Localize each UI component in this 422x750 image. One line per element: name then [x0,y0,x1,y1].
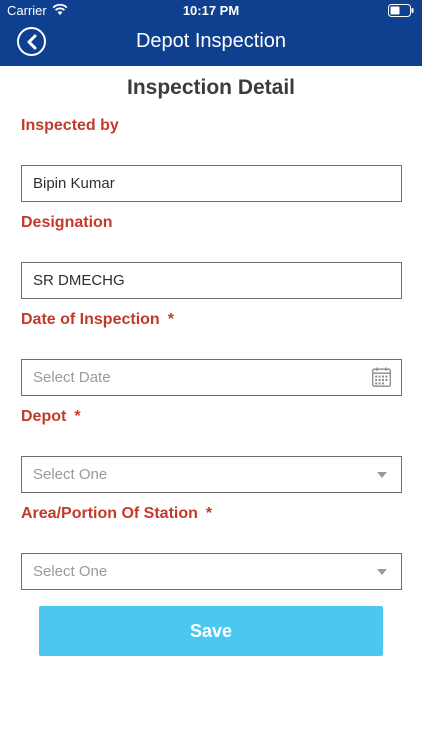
inspected-by-label-text: Inspected by [21,117,119,134]
caret-down-icon [377,569,387,575]
inspected-by-label: Inspected by [21,117,119,135]
required-mark: * [167,311,174,328]
clock-time: 10:17 PM [182,3,240,18]
depot-label: Depot * [21,408,81,426]
caret-down-icon [377,472,387,478]
designation-label: Designation [21,214,113,232]
area-placeholder: Select One [33,563,108,580]
date-placeholder: Select Date [33,369,111,386]
depot-label-text: Depot [21,408,67,425]
calendar-icon[interactable] [372,367,391,387]
inspected-by-field[interactable]: Bipin Kumar [21,165,402,202]
nav-title: Depot Inspection [135,30,287,52]
required-mark: * [205,505,213,522]
status-bar: Carrier 10:17 PM [0,0,422,22]
depot-select[interactable]: Select One [21,456,402,493]
battery-icon [388,4,414,17]
app-header: Carrier 10:17 PM Depot Inspection [0,0,422,66]
area-portion-label-text: Area/Portion Of Station [21,505,198,522]
area-portion-select[interactable]: Select One [21,553,402,590]
designation-field[interactable]: SR DMECHG [21,262,402,299]
date-of-inspection-field[interactable]: Select Date [21,359,402,396]
required-mark: * [74,408,81,425]
date-of-inspection-label-text: Date of Inspection [21,311,160,328]
save-button[interactable]: Save [39,606,383,656]
depot-placeholder: Select One [33,466,108,483]
designation-label-text: Designation [21,214,113,231]
page-title: Inspection Detail [126,76,296,99]
area-portion-label: Area/Portion Of Station * [21,505,212,523]
date-of-inspection-label: Date of Inspection * [21,311,174,329]
